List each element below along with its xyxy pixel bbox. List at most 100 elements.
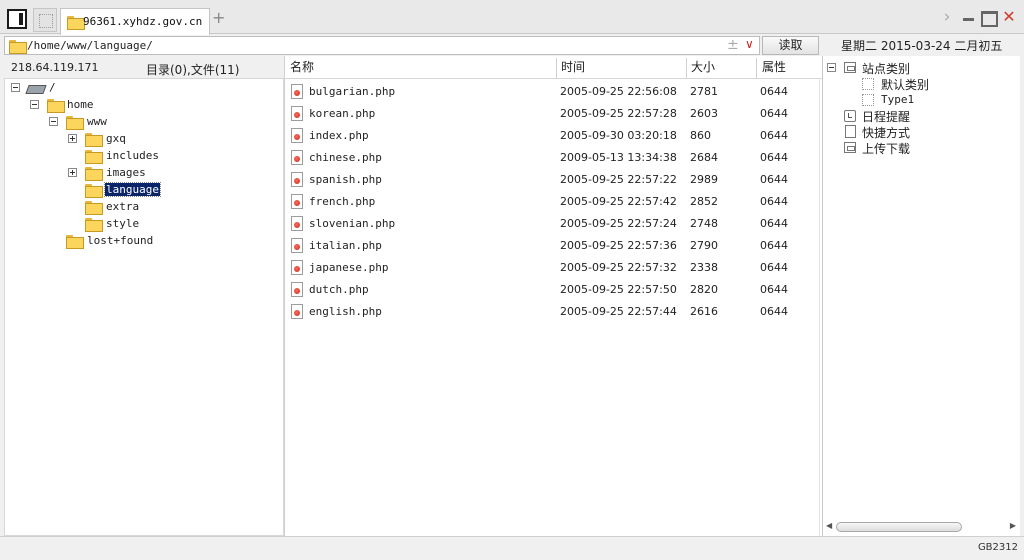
php-file-icon <box>291 150 303 165</box>
file-attr: 0644 <box>760 239 788 252</box>
column-attr-header[interactable]: 属性 <box>762 59 817 80</box>
file-attr: 0644 <box>760 129 788 142</box>
tab-site[interactable]: 96361.xyhdz.gov.cn <box>60 8 210 35</box>
file-row[interactable]: english.php 2005-09-25 22:57:44 2616 064… <box>285 301 821 323</box>
file-size: 2989 <box>690 173 718 186</box>
file-row[interactable]: french.php 2005-09-25 22:57:42 2852 0644 <box>285 191 821 213</box>
folder-open-icon <box>85 184 103 198</box>
side-item-schedule[interactable]: 日程提醒 <box>827 108 947 124</box>
file-attr: 0644 <box>760 85 788 98</box>
panel-toggle-icon[interactable] <box>7 9 27 29</box>
side-item-transfers[interactable]: 上传下载 <box>827 140 947 156</box>
side-item-shortcuts[interactable]: 快捷方式 <box>827 124 947 140</box>
tree-item-language[interactable]: language <box>9 182 169 198</box>
column-divider[interactable] <box>756 58 757 78</box>
folder-icon <box>66 235 84 249</box>
column-size-header[interactable]: 大小 <box>691 59 756 80</box>
tree-item-root[interactable]: / <box>9 80 129 96</box>
chevron-right-icon[interactable]: › <box>938 7 956 27</box>
tree-item-www[interactable]: www <box>9 114 129 130</box>
maximize-icon[interactable] <box>979 7 998 27</box>
file-size: 2781 <box>690 85 718 98</box>
file-row[interactable]: index.php 2005-09-30 03:20:18 860 0644 <box>285 125 821 147</box>
file-size: 2790 <box>690 239 718 252</box>
column-name-header[interactable]: 名称 <box>290 59 555 80</box>
scroll-thumb[interactable] <box>836 522 962 532</box>
side-item-label: 站点类别 <box>862 62 911 76</box>
collapse-icon[interactable] <box>30 100 39 109</box>
expand-icon[interactable] <box>68 168 77 177</box>
category-item-icon <box>862 78 874 90</box>
side-item-label: 上传下载 <box>862 142 911 156</box>
close-icon[interactable]: ✕ <box>1000 7 1018 27</box>
file-row[interactable]: spanish.php 2005-09-25 22:57:22 2989 064… <box>285 169 821 191</box>
file-name: dutch.php <box>309 283 369 296</box>
tree-item-images[interactable]: images <box>9 165 169 181</box>
folder-icon <box>85 150 103 164</box>
category-item-icon <box>862 94 874 106</box>
folder-icon <box>9 40 27 54</box>
file-size: 2748 <box>690 217 718 230</box>
folder-icon <box>67 16 85 30</box>
collapse-icon[interactable] <box>49 117 58 126</box>
expand-icon[interactable] <box>68 134 77 143</box>
tree-item-label: / <box>49 81 56 94</box>
chevron-down-icon[interactable]: ∨ <box>745 37 754 51</box>
side-item-type1[interactable]: Type1 <box>827 92 967 108</box>
tree-item-extra[interactable]: extra <box>9 199 169 215</box>
drive-icon <box>27 82 44 92</box>
file-time: 2005-09-25 22:57:32 <box>560 261 677 274</box>
file-name: slovenian.php <box>309 217 396 230</box>
tree-item-gxq[interactable]: gxq <box>9 131 169 147</box>
file-time: 2005-09-25 22:57:42 <box>560 195 677 208</box>
tree-item-lost-found[interactable]: lost+found <box>9 233 169 249</box>
tree-item-home[interactable]: home <box>9 97 129 113</box>
folder-icon <box>47 99 65 113</box>
tree-item-label: gxq <box>106 132 126 145</box>
horizontal-scrollbar[interactable]: ◀ ▶ <box>824 520 1018 534</box>
column-divider[interactable] <box>556 58 557 78</box>
file-row[interactable]: dutch.php 2005-09-25 22:57:50 2820 0644 <box>285 279 821 301</box>
php-file-icon <box>291 260 303 275</box>
side-item-category[interactable]: 站点类别 <box>827 60 947 76</box>
file-row[interactable]: chinese.php 2009-05-13 13:34:38 2684 064… <box>285 147 821 169</box>
collapse-icon[interactable] <box>827 63 836 72</box>
address-row: /home/www/language/ ± ∨ 读取 <box>0 34 822 56</box>
tree-item-includes[interactable]: includes <box>9 148 169 164</box>
php-file-icon <box>291 304 303 319</box>
encoding-label[interactable]: GB2312 <box>978 542 1018 553</box>
file-name: french.php <box>309 195 376 208</box>
scroll-left-icon[interactable]: ◀ <box>826 521 832 530</box>
file-name: spanish.php <box>309 173 382 186</box>
folder-icon <box>85 133 103 147</box>
path-input[interactable]: /home/www/language/ ± ∨ <box>4 36 760 55</box>
file-row[interactable]: korean.php 2005-09-25 22:57:28 2603 0644 <box>285 103 821 125</box>
folder-icon <box>85 167 103 181</box>
tree-item-label: www <box>87 115 107 128</box>
collapse-icon[interactable] <box>11 83 20 92</box>
file-attr: 0644 <box>760 195 788 208</box>
blank-tab-icon[interactable] <box>33 8 57 32</box>
file-row[interactable]: bulgarian.php 2005-09-25 22:56:08 2781 0… <box>285 81 821 103</box>
file-name: korean.php <box>309 107 376 120</box>
new-tab-plus-icon[interactable]: + <box>212 10 225 26</box>
tree-item-style[interactable]: style <box>9 216 169 232</box>
file-attr: 0644 <box>760 283 788 296</box>
file-row[interactable]: japanese.php 2005-09-25 22:57:32 2338 06… <box>285 257 821 279</box>
file-row[interactable]: italian.php 2005-09-25 22:57:36 2790 064… <box>285 235 821 257</box>
file-size: 2684 <box>690 151 718 164</box>
file-row[interactable]: slovenian.php 2005-09-25 22:57:24 2748 0… <box>285 213 821 235</box>
scroll-right-icon[interactable]: ▶ <box>1010 521 1016 530</box>
file-name: japanese.php <box>309 261 389 274</box>
side-item-default-category[interactable]: 默认类别 <box>827 76 967 92</box>
minimize-icon[interactable] <box>960 7 978 27</box>
read-button[interactable]: 读取 <box>762 36 819 55</box>
column-time-header[interactable]: 时间 <box>561 59 686 80</box>
bookmark-plus-icon[interactable]: ± <box>727 37 739 53</box>
file-size: 2603 <box>690 107 718 120</box>
column-divider[interactable] <box>686 58 687 78</box>
header-rule <box>285 78 823 79</box>
php-file-icon <box>291 84 303 99</box>
file-attr: 0644 <box>760 173 788 186</box>
item-count: 目录(0),文件(11) <box>146 63 240 77</box>
